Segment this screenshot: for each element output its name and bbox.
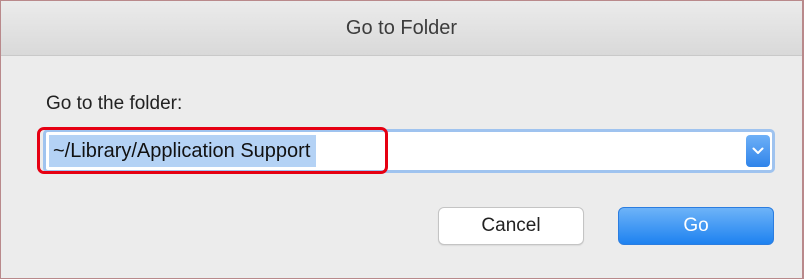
highlight-annotation-box: [37, 127, 388, 174]
folder-prompt-label: Go to the folder:: [46, 93, 183, 114]
cancel-button[interactable]: Cancel: [438, 207, 584, 245]
chevron-down-icon: [752, 147, 764, 154]
path-history-dropdown-button[interactable]: [746, 135, 770, 167]
go-button[interactable]: Go: [618, 207, 774, 245]
dialog-title: Go to Folder: [345, 17, 458, 39]
title-bar[interactable]: Go to Folder: [1, 1, 802, 56]
